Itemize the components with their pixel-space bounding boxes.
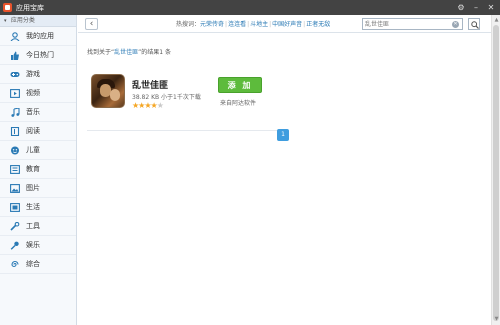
app-result-card: 乱世佳匪 38.82 KB 小于1千次下载 ★★★★★ 添 加 来自阿达软件 [87,69,277,131]
search-input[interactable] [365,20,445,29]
hot-search-label: 热搜词： [176,21,201,28]
add-button[interactable]: 添 加 [218,77,262,93]
close-button[interactable]: ✕ [485,2,497,13]
sidebar-item-label: 游戏 [26,70,40,78]
sidebar-item-general[interactable]: 综合 [0,255,76,274]
hot-keyword-link[interactable]: 中国好声音 [272,21,302,28]
chevron-down-icon: ▾ [4,18,7,24]
app-icon[interactable] [91,74,125,108]
sidebar-item-games[interactable]: 游戏 [0,65,76,84]
scroll-up-arrow-icon[interactable]: ▲ [493,16,500,24]
result-count-text: 找到关于“乱世佳匪”的结果1 条 [87,47,171,56]
sidebar-item-label: 视频 [26,89,40,97]
swirl-icon [10,260,20,269]
result-query: 乱世佳匪 [114,49,139,56]
sidebar-item-label: 教育 [26,165,40,173]
video-icon [10,89,20,98]
vertical-scrollbar[interactable]: ▲ ▼ [491,15,500,325]
search-icon [471,21,479,29]
sidebar-item-my-apps[interactable]: 我的应用 [0,27,76,46]
sidebar-item-children[interactable]: 儿童 [0,141,76,160]
result-count-suffix: ”的结果1 条 [138,49,171,56]
sidebar-item-label: 综合 [26,260,40,268]
sidebar-item-entertainment[interactable]: 娱乐 [0,236,76,255]
sidebar-item-label: 阅读 [26,127,40,135]
app-source: 来自阿达软件 [220,100,257,107]
app-size-downloads: 38.82 KB 小于1千次下载 [132,94,201,101]
window-title: 应用宝库 [16,4,44,12]
title-bar: 应用宝库 ⚙ – ✕ [0,0,500,15]
child-face-icon [10,146,20,155]
minimize-button[interactable]: – [470,2,482,13]
sidebar-item-label: 今日热门 [26,51,54,59]
tool-icon [10,222,20,231]
sidebar-item-label: 我的应用 [26,32,54,40]
hot-keyword-link[interactable]: 斗地主 [250,21,268,28]
image-icon [10,184,20,193]
sidebar-item-label: 音乐 [26,108,40,116]
sidebar-item-music[interactable]: 音乐 [0,103,76,122]
sidebar-header-label: 应用分类 [10,17,35,24]
sidebar-item-hot-today[interactable]: 今日热门 [0,46,76,65]
sidebar-item-label: 儿童 [26,146,40,154]
sidebar-item-label: 娱乐 [26,241,40,249]
search-box: ✕ [362,18,463,30]
clear-search-icon[interactable]: ✕ [452,21,459,28]
page-number-current[interactable]: 1 [277,129,289,141]
sidebar-item-label: 工具 [26,222,40,230]
person-icon [10,32,20,41]
hot-keyword-link[interactable]: 元荣传奇 [200,21,224,28]
sidebar-item-education[interactable]: 教育 [0,160,76,179]
life-icon [10,203,20,212]
sidebar-item-video[interactable]: 视频 [0,84,76,103]
hot-keyword-link[interactable]: 正者无敌 [306,21,330,28]
category-sidebar: ▾ 应用分类 我的应用 今日热门 游戏 视频 音乐 阅读 儿童 教育 图片 生活 [0,15,77,325]
sidebar-item-label: 生活 [26,203,40,211]
result-count-prefix: 找到关于“ [87,49,115,56]
sidebar-header[interactable]: ▾ 应用分类 [0,15,76,27]
book-icon [10,127,20,136]
star-empty-icon: ★ [156,101,164,110]
hot-keyword-link[interactable]: 连连看 [228,21,246,28]
hot-search-keywords: 热搜词：元荣传奇|连连看|斗地主|中国好声音|正者无敌 [176,21,331,28]
microphone-icon [10,241,20,250]
settings-icon[interactable]: ⚙ [455,2,467,13]
sidebar-item-life[interactable]: 生活 [0,198,76,217]
music-note-icon [10,108,20,117]
back-button[interactable]: ‹ [85,18,98,30]
sidebar-item-pictures[interactable]: 图片 [0,179,76,198]
app-logo-icon [3,3,12,12]
sidebar-item-label: 图片 [26,184,40,192]
sidebar-item-tools[interactable]: 工具 [0,217,76,236]
top-bar: ‹ 热搜词：元荣传奇|连连看|斗地主|中国好声音|正者无敌 ✕ [78,15,491,33]
scrollbar-thumb[interactable] [493,25,499,321]
sidebar-item-reading[interactable]: 阅读 [0,122,76,141]
rating-stars: ★★★★★ [132,101,164,110]
search-button[interactable] [468,18,480,30]
main-panel: ‹ 热搜词：元荣传奇|连连看|斗地主|中国好声音|正者无敌 ✕ 找到关于“乱世佳… [78,15,491,325]
education-icon [10,165,20,174]
scroll-down-arrow-icon[interactable]: ▼ [493,315,500,323]
app-name[interactable]: 乱世佳匪 [132,78,168,91]
thumbs-up-icon [10,51,20,60]
gamepad-icon [10,70,20,79]
